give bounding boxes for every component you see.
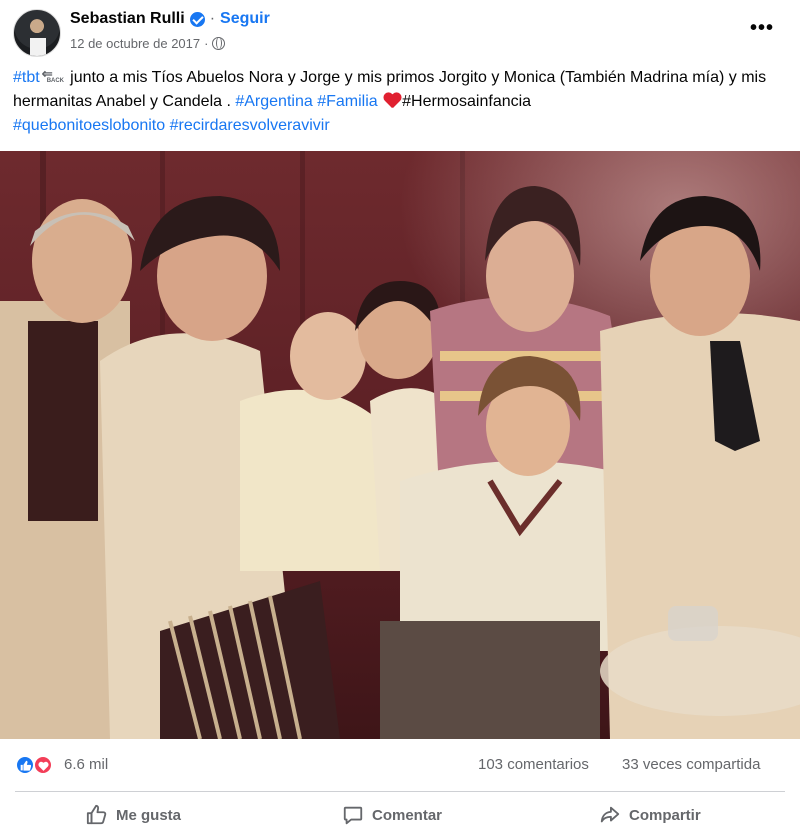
separator-dot: · xyxy=(209,10,216,27)
verified-badge-icon xyxy=(189,11,205,27)
action-bar: Me gusta Comentar Compartir xyxy=(0,794,800,836)
back-badge-label: BACK xyxy=(46,78,65,84)
comment-button[interactable]: Comentar xyxy=(342,794,442,836)
like-reaction-icon xyxy=(15,755,35,775)
post-meta: 12 de octubre de 2017 · xyxy=(70,36,226,51)
post-caption: #tbt ⇐ BACK junto a mis Tíos Abuelos Nora … xyxy=(13,66,783,138)
post-photo[interactable] xyxy=(0,151,800,739)
shares-count[interactable]: 33 veces compartida xyxy=(622,756,760,773)
post-header: Sebastian Rulli · Seguir 12 de octubre d… xyxy=(0,0,800,62)
hashtag-argentina[interactable]: #Argentina xyxy=(235,93,312,110)
share-label: Compartir xyxy=(629,806,701,824)
comments-count[interactable]: 103 comentarios xyxy=(478,756,589,773)
reaction-count[interactable]: 6.6 mil xyxy=(64,756,108,773)
back-arrow-icon: ⇐ BACK xyxy=(41,66,65,84)
comment-label: Comentar xyxy=(372,806,443,824)
comment-bubble-icon xyxy=(343,806,363,825)
reaction-icons[interactable] xyxy=(15,755,61,775)
hashtag-familia[interactable]: #Familia xyxy=(317,93,377,110)
more-options-icon[interactable]: ••• xyxy=(750,18,774,38)
hashtag-quebonito[interactable]: #quebonitoeslobonito xyxy=(13,117,165,134)
hashtag-recordar[interactable]: #recirdaresvolveravivir xyxy=(170,117,330,134)
caption-text-2: #Hermosainfancia xyxy=(402,93,532,110)
meta-separator: · xyxy=(204,36,209,51)
actions-divider xyxy=(15,791,785,792)
author-name[interactable]: Sebastian Rulli xyxy=(70,10,185,28)
author-line: Sebastian Rulli · Seguir xyxy=(70,10,270,28)
post-date[interactable]: 12 de octubre de 2017 xyxy=(70,36,200,51)
reactions-bar: 6.6 mil 103 comentarios 33 veces compart… xyxy=(0,739,800,791)
author-avatar[interactable] xyxy=(13,9,61,57)
share-arrow-icon xyxy=(600,806,620,823)
like-button[interactable]: Me gusta xyxy=(86,794,181,836)
share-button[interactable]: Compartir xyxy=(599,794,701,836)
family-photo-illustration xyxy=(0,151,800,739)
thumbs-up-icon xyxy=(86,804,107,825)
love-reaction-icon xyxy=(33,755,53,775)
like-label: Me gusta xyxy=(116,806,182,824)
follow-button[interactable]: Seguir xyxy=(220,10,270,28)
hashtag-tbt[interactable]: #tbt xyxy=(13,69,40,86)
globe-icon xyxy=(212,37,226,50)
heart-emoji-icon xyxy=(383,92,401,108)
